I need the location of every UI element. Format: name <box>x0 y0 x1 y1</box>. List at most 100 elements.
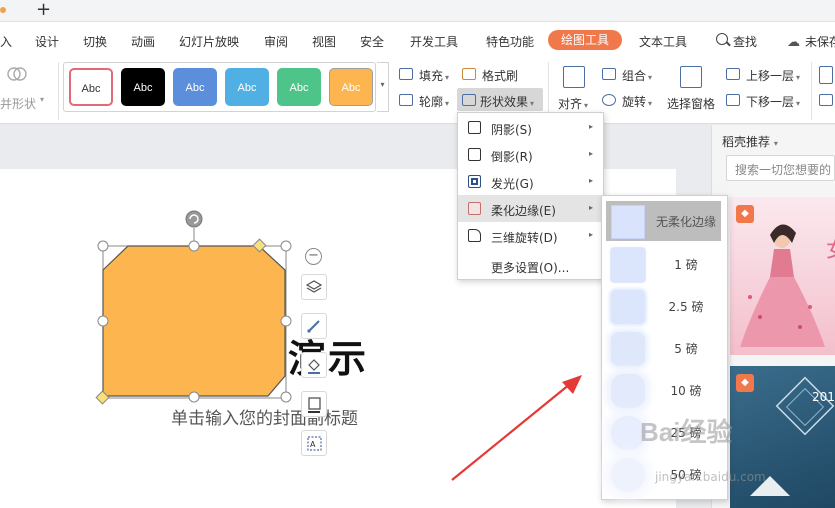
width-icon[interactable] <box>819 94 833 106</box>
menu-features[interactable]: 特色功能 <box>486 33 534 50</box>
menu-unsaved[interactable]: 未保存 <box>805 33 835 50</box>
submenu-arrow-icon: ▸ <box>588 230 593 239</box>
menu-item-reflection[interactable]: 倒影(R) ▸ <box>458 141 603 168</box>
pane-title[interactable]: 稻壳推荐 ▾ <box>722 133 778 150</box>
selected-shape[interactable] <box>92 206 297 411</box>
gallery-more-button[interactable]: ▾ <box>377 62 389 112</box>
menu-find[interactable]: 查找 <box>733 33 757 50</box>
menu-animations[interactable]: 动画 <box>131 33 155 50</box>
menu-view[interactable]: 视图 <box>312 33 336 50</box>
selection-pane-icon[interactable] <box>680 66 702 88</box>
soft-edge-label: 1 磅 <box>674 258 698 272</box>
soft-edge-none-option[interactable]: 无柔化边缘 <box>606 201 721 241</box>
soft-edge-preview <box>611 205 645 239</box>
resize-handle <box>280 315 292 327</box>
style-swatch-white[interactable]: Abc <box>69 68 113 106</box>
shadow-icon <box>468 121 481 134</box>
annotation-arrow <box>451 375 582 481</box>
merge-shape-caret-icon[interactable]: ▾ <box>40 95 44 104</box>
selection-pane-button[interactable]: 选择窗格 <box>667 95 715 112</box>
collapse-toolbar-icon[interactable]: − <box>305 248 322 265</box>
submenu-arrow-icon: ▸ <box>588 122 593 131</box>
resize-handle <box>97 240 109 252</box>
reflection-icon <box>468 148 481 161</box>
watermark-url: jingyan.baidu.com <box>655 470 766 484</box>
format-painter-button[interactable]: 格式刷 <box>482 67 518 84</box>
rotate-icon[interactable] <box>602 94 616 106</box>
format-painter-icon[interactable] <box>462 68 476 80</box>
outline-icon[interactable] <box>399 94 413 106</box>
rotate-button[interactable]: 旋转 ▾ <box>622 93 652 110</box>
send-backward-button[interactable]: 下移一层 ▾ <box>746 93 800 110</box>
menu-item-label: 倒影(R) <box>491 150 533 164</box>
menu-developer[interactable]: 开发工具 <box>410 33 458 50</box>
menu-drawing-tools[interactable]: 绘图工具 <box>548 30 622 50</box>
style-swatch-orange[interactable]: Abc <box>329 68 373 106</box>
resize-handle <box>188 240 200 252</box>
resize-handle <box>188 391 200 403</box>
soft-edge-label: 2.5 磅 <box>668 300 704 314</box>
soft-edge-preview <box>611 458 645 492</box>
shape-effects-icon[interactable] <box>462 94 476 106</box>
menu-insert[interactable]: 入 <box>0 33 12 50</box>
menu-item-label: 更多设置(O)... <box>491 261 570 275</box>
fill-icon[interactable] <box>399 68 413 80</box>
menu-item-soft-edges[interactable]: 柔化边缘(E) ▸ <box>458 195 603 222</box>
menu-review[interactable]: 审阅 <box>264 33 288 50</box>
unsaved-dot-icon <box>0 7 6 13</box>
resize-handle <box>97 315 109 327</box>
submenu-arrow-icon: ▸ <box>588 149 593 158</box>
menu-transitions[interactable]: 切换 <box>83 33 107 50</box>
svg-text:A: A <box>310 440 316 449</box>
slide-title[interactable]: 演示 <box>288 328 368 383</box>
rotate-handle-icon <box>185 210 203 228</box>
height-icon[interactable] <box>819 66 833 84</box>
merge-shape-icon[interactable] <box>6 64 28 86</box>
fill-button[interactable]: 填充 ▾ <box>419 67 449 84</box>
group-button[interactable]: 组合 ▾ <box>622 67 652 84</box>
soft-edge-1pt-option[interactable]: 1 磅 <box>606 244 721 284</box>
style-swatch-blue[interactable]: Abc <box>173 68 217 106</box>
outline-button[interactable]: 轮廓 ▾ <box>419 93 449 110</box>
menu-item-more-settings[interactable]: 更多设置(O)... <box>458 252 603 279</box>
soft-edge-preview <box>611 248 645 282</box>
slide-subtitle[interactable]: 单击输入您的封面副标题 <box>171 404 358 429</box>
resize-handle <box>280 240 292 252</box>
merge-shape-label[interactable]: 并形状 <box>0 95 36 112</box>
group-icon[interactable] <box>602 68 616 80</box>
outline-shape-icon[interactable] <box>301 391 327 417</box>
glow-icon <box>468 175 481 188</box>
bring-forward-icon[interactable] <box>726 68 740 80</box>
align-button[interactable]: 对齐 ▾ <box>558 95 588 112</box>
shape-effects-label[interactable]: 形状效果 ▾ <box>480 93 534 110</box>
template-badge-icon: ◆ <box>736 205 754 223</box>
svg-text:201: 201 <box>812 390 835 404</box>
menu-item-glow[interactable]: 发光(G) ▸ <box>458 168 603 195</box>
style-swatch-black[interactable]: Abc <box>121 68 165 106</box>
watermark-logo: Bai经验 <box>640 417 733 447</box>
ribbon-divider <box>58 62 59 120</box>
style-swatch-green[interactable]: Abc <box>277 68 321 106</box>
layers-icon[interactable] <box>301 274 327 300</box>
align-icon[interactable] <box>563 66 585 88</box>
soft-edge-10pt-option[interactable]: 10 磅 <box>606 370 721 410</box>
new-tab-button[interactable]: + <box>36 0 51 20</box>
menu-slideshow[interactable]: 幻灯片放映 <box>179 33 239 50</box>
menu-item-3d-rotation[interactable]: 三维旋转(D) ▸ <box>458 222 603 249</box>
brush-icon[interactable] <box>301 313 327 339</box>
search-icon[interactable] <box>716 33 728 45</box>
style-swatch-cyan[interactable]: Abc <box>225 68 269 106</box>
soft-edge-5pt-option[interactable]: 5 磅 <box>606 328 721 368</box>
ribbon-divider <box>811 62 812 120</box>
menu-item-shadow[interactable]: 阴影(S) ▸ <box>458 114 603 141</box>
menu-security[interactable]: 安全 <box>360 33 384 50</box>
menu-design[interactable]: 设计 <box>35 33 59 50</box>
soft-edge-2-5pt-option[interactable]: 2.5 磅 <box>606 286 721 326</box>
send-backward-icon[interactable] <box>726 94 740 106</box>
menu-text-tools[interactable]: 文本工具 <box>639 33 687 50</box>
template-search-input[interactable]: 搜索一切您想要的 <box>726 155 835 181</box>
text-box-icon[interactable]: A <box>301 430 327 456</box>
bring-forward-button[interactable]: 上移一层 ▾ <box>746 67 800 84</box>
fill-bucket-icon[interactable] <box>301 352 327 378</box>
soft-edge-preview <box>611 290 645 324</box>
